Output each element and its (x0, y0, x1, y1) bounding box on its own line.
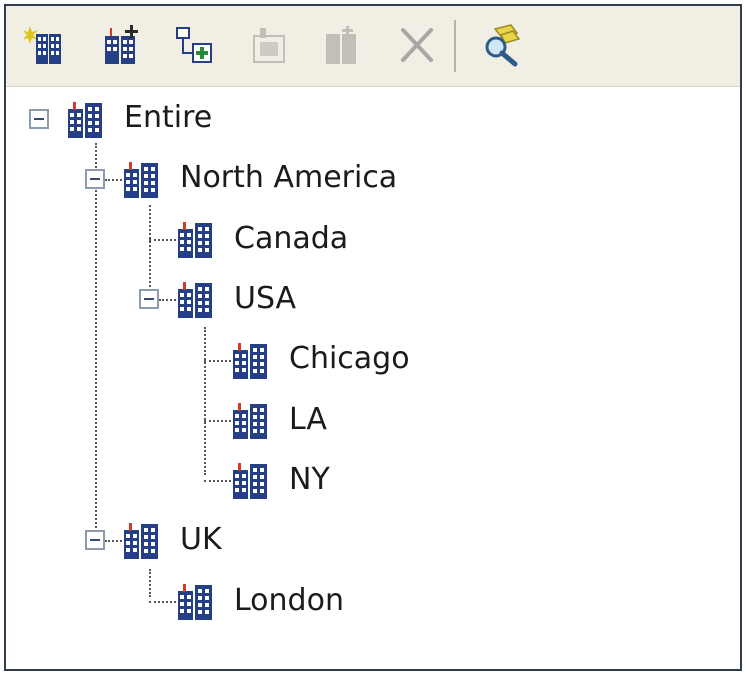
tree-node-label: North America (180, 160, 398, 195)
move-building-icon (253, 28, 285, 63)
tree-connector (159, 299, 176, 301)
collapse-usa-button[interactable] (139, 289, 159, 309)
tree-node-label: Canada (234, 221, 349, 256)
move-building-button[interactable] (244, 19, 296, 71)
toolbar (6, 6, 740, 87)
building-icon (233, 343, 267, 379)
building-tree-window: Entire North America Canada USA Chicago … (4, 4, 742, 671)
tree-node-label: USA (234, 281, 297, 316)
building-icon (124, 523, 158, 559)
building-icon (178, 222, 212, 258)
tree-node-label: Chicago (289, 341, 410, 376)
collapse-north-america-button[interactable] (85, 169, 105, 189)
add-child-building-button[interactable] (96, 19, 148, 71)
toolbar-separator (454, 20, 456, 72)
building-icon (68, 102, 102, 138)
new-building-button[interactable] (18, 19, 70, 71)
tree-guide-line (204, 327, 206, 475)
tree-node-label: LA (289, 402, 327, 437)
building-properties-button[interactable] (316, 19, 368, 71)
tree-node-label: UK (180, 522, 222, 557)
add-sibling-icon (176, 27, 212, 63)
tree-node-label: NY (289, 462, 330, 497)
collapse-entire-button[interactable] (29, 109, 49, 129)
new-building-icon (24, 26, 61, 64)
add-child-building-icon (105, 25, 138, 64)
tree-connector (149, 601, 176, 603)
tree-connector (204, 420, 231, 422)
delete-button[interactable] (391, 19, 443, 71)
tree-connector (105, 179, 122, 181)
building-tree: Entire North America Canada USA Chicago … (6, 87, 740, 669)
building-icon (233, 403, 267, 439)
add-sibling-button[interactable] (169, 19, 221, 71)
building-icon (233, 463, 267, 499)
building-icon (178, 282, 212, 318)
tree-node-label: Entire (124, 100, 213, 135)
building-icon (124, 162, 158, 198)
tree-guide-line (95, 143, 97, 543)
tree-connector (204, 480, 231, 482)
tree-node-label: London (234, 583, 344, 618)
building-icon (178, 584, 212, 620)
tree-connector (105, 540, 122, 542)
search-button[interactable] (476, 19, 528, 71)
building-properties-icon (326, 26, 356, 64)
tree-connector (149, 239, 176, 241)
search-icon (485, 24, 521, 67)
collapse-uk-button[interactable] (85, 530, 105, 550)
tree-connector (204, 360, 231, 362)
tree-guide-line (149, 569, 151, 597)
delete-icon (401, 28, 433, 62)
